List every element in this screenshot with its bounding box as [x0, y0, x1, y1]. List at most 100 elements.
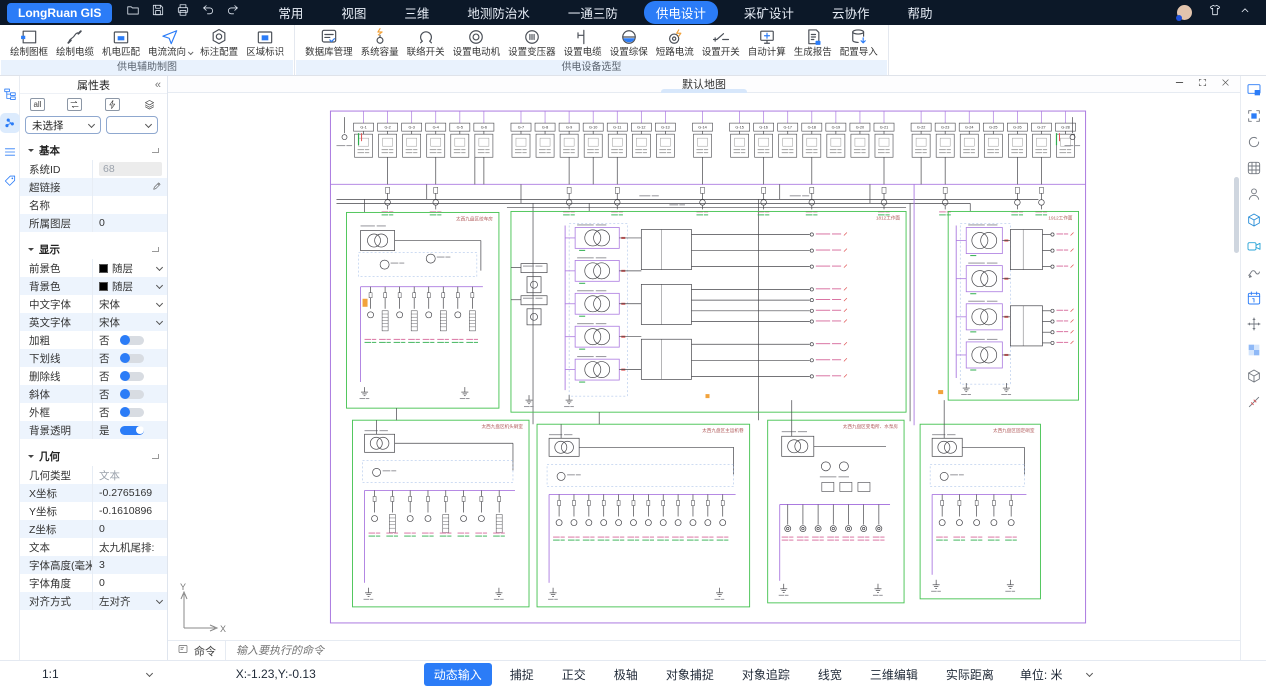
layers-filter-button[interactable]: [142, 98, 157, 111]
menu-item-4[interactable]: 一通三防: [556, 1, 630, 24]
secondary-dropdown[interactable]: [106, 116, 158, 134]
property-value[interactable]: [92, 178, 167, 196]
theme-button[interactable]: [1208, 3, 1222, 22]
menu-item-1[interactable]: 视图: [329, 1, 378, 24]
right-rail-circle-button[interactable]: [1245, 133, 1262, 150]
ribbon-button-report[interactable]: 生成报告: [791, 27, 835, 58]
ribbon-button-transformer[interactable]: 设置变压器: [505, 27, 559, 58]
right-rail-calendar-button[interactable]: [1245, 289, 1262, 306]
power-filter-button[interactable]: [105, 98, 120, 111]
canvas-scrollbar[interactable]: [1234, 177, 1239, 253]
ribbon-button-flow[interactable]: 电流流向: [145, 27, 195, 58]
collapse-ribbon-button[interactable]: [1238, 3, 1252, 22]
property-value[interactable]: 0: [92, 574, 167, 592]
ribbon-button-short-circuit[interactable]: 短路电流: [653, 27, 697, 58]
filter-all-button[interactable]: all: [30, 98, 45, 111]
property-value[interactable]: -0.1610896: [92, 502, 167, 520]
right-rail-window-save-button[interactable]: [1245, 81, 1262, 98]
zoom-scale-chevron[interactable]: [146, 669, 153, 676]
menu-item-2[interactable]: 三维: [392, 1, 441, 24]
status-toggle-1[interactable]: 捕捉: [500, 663, 544, 686]
right-rail-person-button[interactable]: [1245, 185, 1262, 202]
property-value[interactable]: 68: [92, 160, 167, 178]
exchange-filter-button[interactable]: [67, 98, 82, 111]
property-value[interactable]: 文本: [92, 466, 167, 484]
ribbon-button-cable-set[interactable]: 设置电缆: [561, 27, 605, 58]
property-value[interactable]: 否: [92, 403, 167, 421]
ribbon-button-cable[interactable]: 绘制电缆: [53, 27, 97, 58]
right-rail-box-3d-button[interactable]: [1245, 211, 1262, 228]
property-value[interactable]: [92, 196, 167, 214]
property-value[interactable]: 随层: [92, 277, 167, 295]
schematic-canvas[interactable]: G-1G-2G-3G-4G-5G-6G-7G-8G-9G-10G-11G-12G…: [168, 93, 1240, 640]
close-button[interactable]: [1220, 77, 1231, 91]
left-rail-cluster-button[interactable]: [2, 115, 18, 131]
edit-icon[interactable]: [152, 181, 162, 194]
toggle-switch[interactable]: [120, 408, 144, 417]
open-folder-button[interactable]: [126, 3, 140, 22]
selection-dropdown[interactable]: 未选择: [25, 116, 101, 134]
ribbon-button-db-manage[interactable]: 数据库管理: [302, 27, 356, 58]
menu-item-0[interactable]: 常用: [266, 1, 315, 24]
property-value[interactable]: 否: [92, 367, 167, 385]
property-value[interactable]: 宋体: [92, 313, 167, 331]
right-rail-checker-button[interactable]: [1245, 341, 1262, 358]
status-toggle-8[interactable]: 实际距离: [936, 663, 1004, 686]
property-value[interactable]: 是: [92, 421, 167, 439]
command-input[interactable]: [226, 645, 1240, 657]
menu-item-8[interactable]: 帮助: [895, 1, 944, 24]
ribbon-button-switch[interactable]: 设置开关: [699, 27, 743, 58]
right-rail-map-grid-button[interactable]: [1245, 159, 1262, 176]
app-logo[interactable]: LongRuan GIS: [7, 3, 112, 23]
right-rail-camera-button[interactable]: [1245, 237, 1262, 254]
ribbon-button-region[interactable]: 区域标识: [243, 27, 287, 58]
status-toggle-0[interactable]: 动态输入: [424, 663, 492, 686]
save-button[interactable]: [151, 3, 165, 22]
right-rail-sketch-button[interactable]: [1245, 263, 1262, 280]
property-value[interactable]: 3: [92, 556, 167, 574]
right-rail-measure-button[interactable]: [1245, 393, 1262, 410]
property-value[interactable]: 0: [92, 214, 167, 232]
property-value[interactable]: 宋体: [92, 295, 167, 313]
toggle-switch[interactable]: [120, 336, 144, 345]
toggle-switch[interactable]: [120, 390, 144, 399]
minimize-button[interactable]: [1174, 77, 1185, 91]
toggle-switch[interactable]: [120, 426, 144, 435]
ribbon-button-tie-switch[interactable]: 联络开关: [404, 27, 448, 58]
unit-label[interactable]: 单位: 米: [1020, 666, 1063, 683]
left-rail-list-button[interactable]: [2, 144, 18, 160]
map-tab[interactable]: 默认地图: [664, 76, 744, 92]
menu-item-5[interactable]: 供电设计: [644, 1, 718, 24]
right-rail-selection-button[interactable]: [1245, 107, 1262, 124]
print-button[interactable]: [176, 3, 190, 22]
undo-button[interactable]: [201, 3, 215, 22]
redo-button[interactable]: [226, 3, 240, 22]
property-value[interactable]: 随层: [92, 259, 167, 277]
menu-item-7[interactable]: 云协作: [820, 1, 882, 24]
zoom-scale[interactable]: 1:1: [42, 667, 59, 681]
maximize-button[interactable]: [1197, 77, 1208, 91]
ribbon-button-match[interactable]: 机电匹配: [99, 27, 143, 58]
menu-item-3[interactable]: 地测防治水: [455, 1, 542, 24]
avatar[interactable]: [1177, 5, 1192, 20]
left-rail-layer-tree-button[interactable]: [2, 86, 18, 102]
status-toggle-6[interactable]: 线宽: [808, 663, 852, 686]
ribbon-button-auto-calc[interactable]: 自动计算: [745, 27, 789, 58]
property-value[interactable]: 0: [92, 520, 167, 538]
status-toggle-3[interactable]: 极轴: [604, 663, 648, 686]
property-value[interactable]: 左对齐: [92, 592, 167, 610]
property-value[interactable]: 否: [92, 385, 167, 403]
panel-collapse-button[interactable]: «: [155, 79, 161, 91]
property-value[interactable]: 太九机尾排:: [92, 538, 167, 556]
section-header[interactable]: 基本: [20, 140, 167, 160]
section-header[interactable]: 显示: [20, 239, 167, 259]
ribbon-button-annotate[interactable]: 标注配置: [197, 27, 241, 58]
unit-chevron[interactable]: [1086, 669, 1093, 676]
menu-item-6[interactable]: 采矿设计: [732, 1, 806, 24]
left-rail-tag-button[interactable]: [2, 173, 18, 189]
section-header[interactable]: 几何: [20, 446, 167, 466]
property-value[interactable]: -0.2765169: [92, 484, 167, 502]
status-toggle-2[interactable]: 正交: [552, 663, 596, 686]
right-rail-cube-button[interactable]: [1245, 367, 1262, 384]
ribbon-button-import[interactable]: 配置导入: [837, 27, 881, 58]
